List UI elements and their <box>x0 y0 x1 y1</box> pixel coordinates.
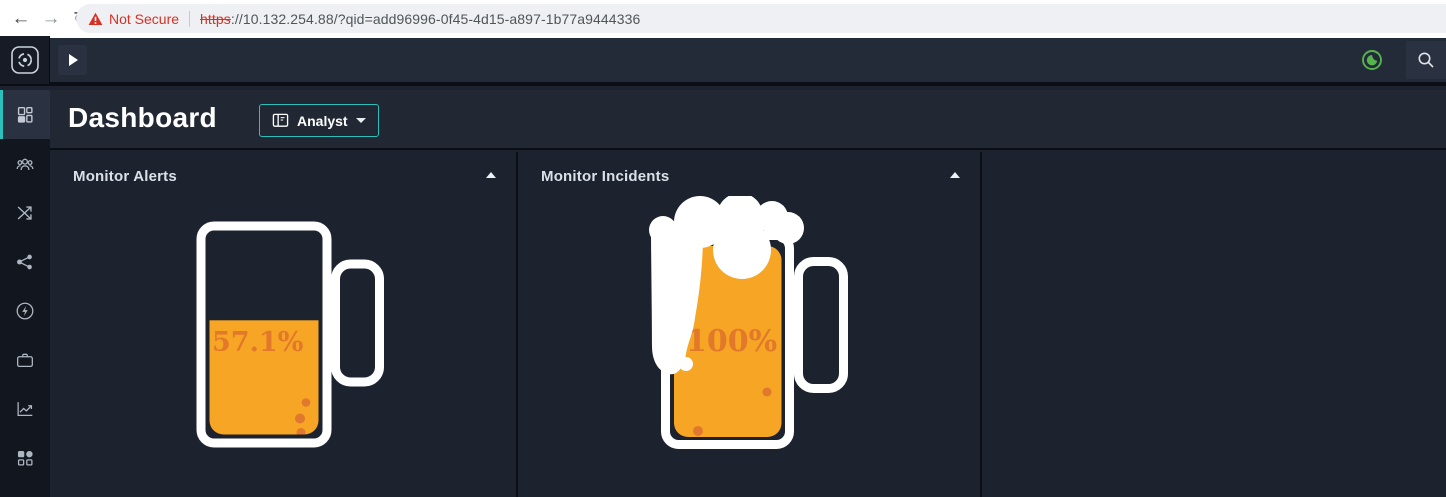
address-bar[interactable]: Not Secure https://10.132.254.88/?qid=ad… <box>76 4 1446 33</box>
dashboard-grid-icon <box>14 104 36 126</box>
address-divider <box>189 11 190 27</box>
app-logo[interactable] <box>0 36 50 84</box>
browser-chrome: ← → ↻ Not Secure https://10.132.254.88/?… <box>0 0 1446 38</box>
mug-handle <box>799 262 844 389</box>
browser-forward-icon[interactable]: → <box>36 8 66 30</box>
briefcase-icon <box>14 349 36 371</box>
panel-header: Monitor Alerts <box>50 152 516 192</box>
bubble <box>763 388 772 397</box>
sidebar-item-dashboard[interactable] <box>0 90 50 139</box>
bubble <box>302 398 311 407</box>
system-health-icon[interactable] <box>1360 48 1384 72</box>
browser-back-icon[interactable]: ← <box>6 8 36 30</box>
crossed-arrows-icon <box>14 202 36 224</box>
panel-monitor-incidents: Monitor Incidents 100% <box>518 152 980 497</box>
sidebar-item-topology[interactable] <box>0 237 50 286</box>
branch-nodes-icon <box>14 251 36 273</box>
panel-title: Monitor Alerts <box>73 168 177 185</box>
play-icon <box>69 54 78 66</box>
view-selector-label: Analyst <box>297 113 348 129</box>
arcsight-logo-icon <box>10 45 40 75</box>
sidebar-item-analytics[interactable] <box>0 384 50 433</box>
gauge-value-label: 100% <box>686 324 777 359</box>
panel-title: Monitor Incidents <box>541 168 669 185</box>
page-header: Dashboard Analyst <box>50 90 1446 150</box>
lightning-circle-icon <box>14 300 36 322</box>
bubble <box>295 414 305 424</box>
apps-grid-icon <box>14 447 36 469</box>
beer-mug-gauge-alerts: 57.1% <box>192 217 392 452</box>
sidebar-item-data-flow[interactable] <box>0 188 50 237</box>
bubble <box>297 428 306 437</box>
report-panel-icon <box>272 112 289 129</box>
app-top-bar <box>0 38 1446 86</box>
collapse-icon[interactable] <box>950 172 960 178</box>
users-icon <box>14 153 36 175</box>
sidebar-item-automation[interactable] <box>0 286 50 335</box>
beer-mug-gauge-incidents: 100% <box>648 196 863 461</box>
dashboard-content: Monitor Alerts 57.1% <box>50 152 1446 497</box>
url-scheme: https <box>200 11 231 27</box>
search-icon <box>1416 50 1436 70</box>
sidebar-nav <box>0 90 50 497</box>
mug-handle <box>336 264 380 382</box>
warning-icon <box>88 12 103 26</box>
sidebar-item-cases[interactable] <box>0 335 50 384</box>
bubble <box>693 426 703 436</box>
expand-menu-button[interactable] <box>58 45 87 75</box>
sidebar-item-users[interactable] <box>0 139 50 188</box>
url-text: https://10.132.254.88/?qid=add96996-0f45… <box>200 11 640 27</box>
sidebar-item-apps[interactable] <box>0 433 50 482</box>
panel-monitor-alerts: Monitor Alerts 57.1% <box>50 152 516 497</box>
page-title: Dashboard <box>68 102 217 134</box>
gauge-value-label: 57.1% <box>212 327 303 358</box>
line-chart-icon <box>14 398 36 420</box>
empty-dashboard-area <box>982 152 1446 497</box>
panel-header: Monitor Incidents <box>518 152 980 192</box>
search-button[interactable] <box>1406 41 1446 79</box>
collapse-icon[interactable] <box>486 172 496 178</box>
security-status-label: Not Secure <box>109 11 179 27</box>
screen: ← → ↻ Not Secure https://10.132.254.88/?… <box>0 0 1446 497</box>
chevron-down-icon <box>356 118 366 123</box>
url-rest: ://10.132.254.88/?qid=add96996-0f45-4d15… <box>231 11 640 27</box>
view-selector-button[interactable]: Analyst <box>259 104 379 137</box>
